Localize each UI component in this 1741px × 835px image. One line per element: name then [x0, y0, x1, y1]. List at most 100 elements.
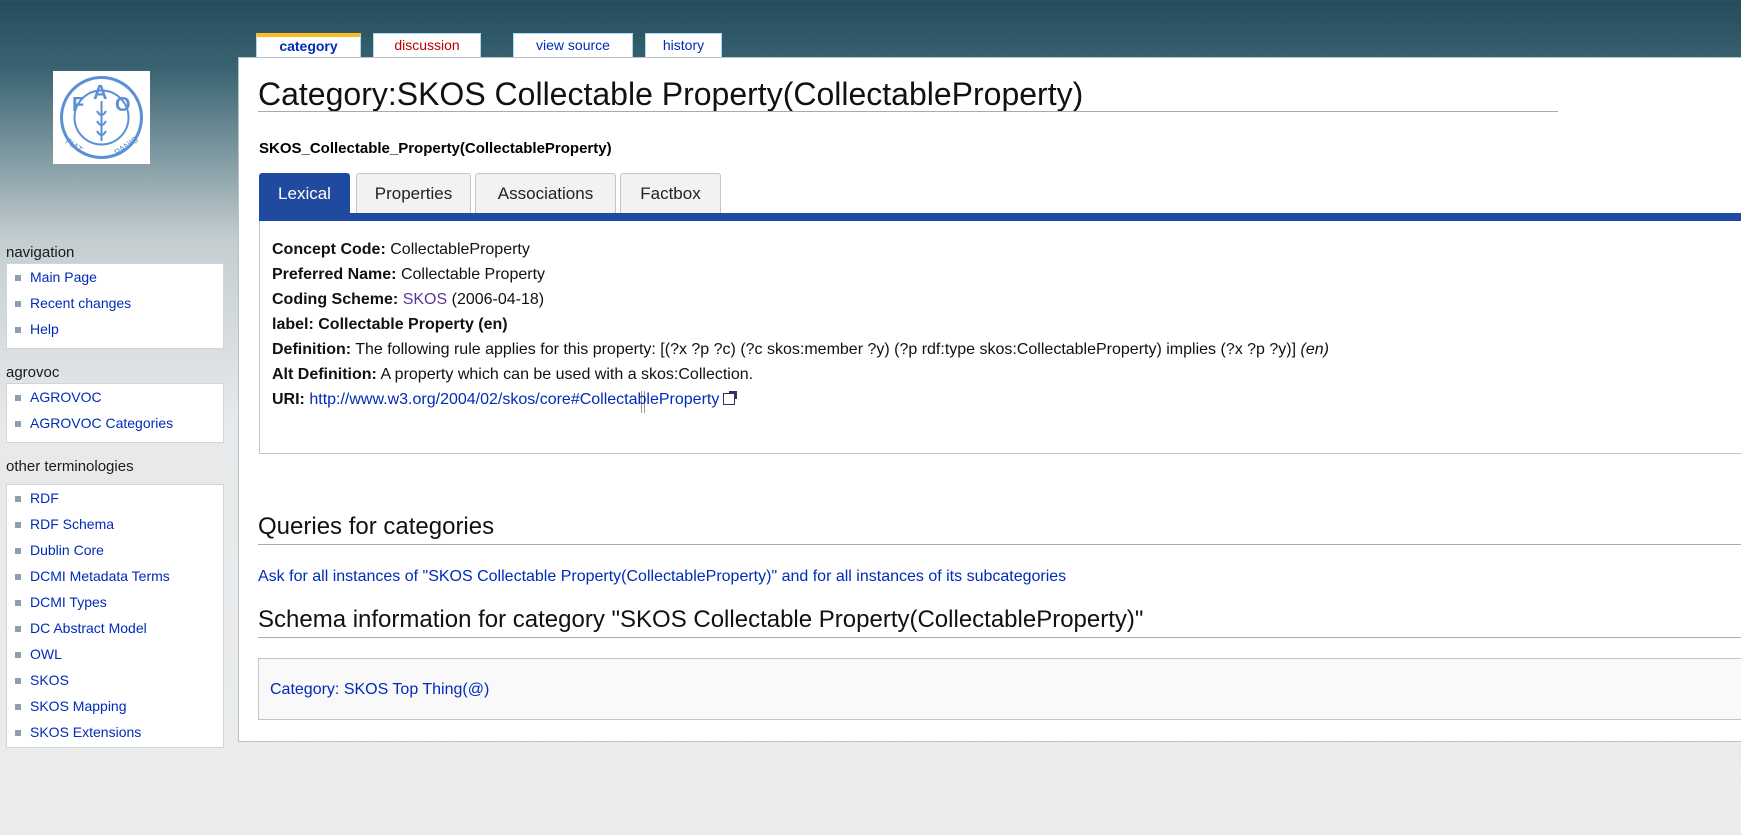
- nav-agrovoc[interactable]: AGROVOC: [7, 384, 223, 410]
- nav-dublin-core[interactable]: Dublin Core: [7, 537, 223, 563]
- bullet-icon: [15, 652, 21, 658]
- nav-label: AGROVOC: [30, 389, 102, 405]
- bullet-icon: [15, 730, 21, 736]
- concept-code-row: Concept Code: CollectableProperty: [272, 241, 530, 259]
- svg-text:F: F: [72, 94, 84, 116]
- nav-label: DCMI Metadata Terms: [30, 568, 170, 584]
- field-label: Alt Definition:: [272, 366, 377, 383]
- portlet-title-navigation: navigation: [6, 244, 75, 261]
- bullet-icon: [15, 522, 21, 528]
- tab-associations[interactable]: Associations: [475, 173, 616, 213]
- coding-scheme-date: (2006-04-18): [451, 291, 545, 308]
- nav-rdf[interactable]: RDF: [7, 485, 223, 511]
- bullet-icon: [15, 704, 21, 710]
- portlet-navigation: Main Page Recent changes Help: [6, 263, 224, 349]
- bullet-icon: [15, 548, 21, 554]
- nav-label: RDF: [30, 490, 59, 506]
- field-label: label:: [272, 316, 314, 333]
- portlet-title-other-terminologies: other terminologies: [6, 458, 134, 475]
- nav-agrovoc-categories[interactable]: AGROVOC Categories: [7, 410, 223, 436]
- nav-help[interactable]: Help: [7, 316, 223, 342]
- bullet-icon: [15, 678, 21, 684]
- nav-label: Dublin Core: [30, 542, 104, 558]
- lexical-panel: Concept Code: CollectableProperty Prefer…: [259, 221, 1741, 454]
- alt-definition-row: Alt Definition: A property which can be …: [272, 366, 753, 384]
- coding-scheme-link[interactable]: SKOS: [403, 291, 447, 308]
- field-label: Definition:: [272, 341, 352, 358]
- ask-instances-link[interactable]: Ask for all instances of "SKOS Collectab…: [258, 568, 1066, 586]
- nav-label: AGROVOC Categories: [30, 415, 174, 431]
- schema-info-box: Category: SKOS Top Thing(@): [258, 658, 1741, 720]
- nav-label: Help: [30, 321, 59, 337]
- alt-definition-value: A property which can be used with a skos…: [380, 366, 754, 383]
- tab-history[interactable]: history: [645, 33, 722, 57]
- nav-recent-changes[interactable]: Recent changes: [7, 290, 223, 316]
- nav-label: Main Page: [30, 269, 97, 285]
- fao-emblem-icon: F A O FIAT PANIS: [60, 76, 143, 159]
- tab-lexical[interactable]: Lexical: [259, 173, 350, 213]
- bullet-icon: [15, 395, 21, 401]
- uri-row: URI: http://www.w3.org/2004/02/skos/core…: [272, 391, 738, 409]
- coding-scheme-row: Coding Scheme: SKOS (2006-04-18): [272, 291, 544, 309]
- nav-skos[interactable]: SKOS: [7, 667, 223, 693]
- section-divider: [258, 637, 1741, 638]
- external-link-icon: [723, 391, 738, 405]
- nav-main-page[interactable]: Main Page: [7, 264, 223, 290]
- nav-skos-mapping[interactable]: SKOS Mapping: [7, 693, 223, 719]
- fao-logo[interactable]: F A O FIAT PANIS: [53, 71, 150, 164]
- portlet-title-agrovoc: agrovoc: [6, 364, 60, 381]
- portlet-other-terminologies: RDF RDF Schema Dublin Core DCMI Metadata…: [6, 484, 224, 748]
- svg-text:O: O: [115, 94, 131, 116]
- tab-properties[interactable]: Properties: [356, 173, 471, 213]
- tab-category[interactable]: category: [256, 33, 361, 57]
- svg-text:A: A: [93, 82, 107, 104]
- schema-heading: Schema information for category "SKOS Co…: [258, 606, 1144, 633]
- nav-label: SKOS Mapping: [30, 698, 127, 714]
- nav-label: DC Abstract Model: [30, 620, 147, 636]
- nav-label: Recent changes: [30, 295, 132, 311]
- definition-row: Definition: The following rule applies f…: [272, 341, 1329, 359]
- concept-subheading: SKOS_Collectable_Property(CollectablePro…: [259, 140, 612, 157]
- nav-label: DCMI Types: [30, 594, 107, 610]
- section-divider: [258, 544, 1741, 545]
- tab-discussion[interactable]: discussion: [373, 33, 481, 57]
- bullet-icon: [15, 327, 21, 333]
- uri-link[interactable]: http://www.w3.org/2004/02/skos/core#Coll…: [309, 391, 719, 408]
- parent-category-link[interactable]: Category: SKOS Top Thing(@): [270, 681, 489, 699]
- definition-lang: (en): [1300, 341, 1329, 358]
- bullet-icon: [15, 574, 21, 580]
- preferred-name-row: Preferred Name: Collectable Property: [272, 266, 545, 284]
- bullet-icon: [15, 275, 21, 281]
- field-label: Coding Scheme:: [272, 291, 399, 308]
- nav-owl[interactable]: OWL: [7, 641, 223, 667]
- bullet-icon: [15, 600, 21, 606]
- nav-dcmi-metadata-terms[interactable]: DCMI Metadata Terms: [7, 563, 223, 589]
- tab-view-source[interactable]: view source: [513, 33, 633, 57]
- bullet-icon: [15, 421, 21, 427]
- bullet-icon: [15, 496, 21, 502]
- nav-dc-abstract-model[interactable]: DC Abstract Model: [7, 615, 223, 641]
- definition-value: The following rule applies for this prop…: [355, 341, 1297, 358]
- queries-heading: Queries for categories: [258, 513, 495, 540]
- preferred-name-value: Collectable Property: [400, 266, 546, 283]
- bullet-icon: [15, 301, 21, 307]
- field-label: URI:: [272, 391, 305, 408]
- nav-dcmi-types[interactable]: DCMI Types: [7, 589, 223, 615]
- content-area: Category:SKOS Collectable Property(Colle…: [238, 57, 1741, 742]
- label-value: Collectable Property (en): [318, 316, 508, 333]
- bullet-icon: [15, 626, 21, 632]
- nav-rdf-schema[interactable]: RDF Schema: [7, 511, 223, 537]
- tab-bar: [259, 213, 1741, 221]
- nav-label: OWL: [30, 646, 62, 662]
- concept-code-value: CollectableProperty: [390, 241, 530, 258]
- tab-factbox[interactable]: Factbox: [620, 173, 721, 213]
- portlet-agrovoc: AGROVOC AGROVOC Categories: [6, 383, 224, 443]
- field-label: Concept Code:: [272, 241, 386, 258]
- page-title: Category:SKOS Collectable Property(Colle…: [258, 76, 1084, 112]
- field-label: Preferred Name:: [272, 266, 397, 283]
- heading-divider: [258, 111, 1558, 112]
- label-row: label: Collectable Property (en): [272, 316, 508, 334]
- svg-text:PANIS: PANIS: [113, 134, 140, 157]
- nav-skos-extensions[interactable]: SKOS Extensions: [7, 719, 223, 745]
- text-cursor-icon: [641, 391, 645, 413]
